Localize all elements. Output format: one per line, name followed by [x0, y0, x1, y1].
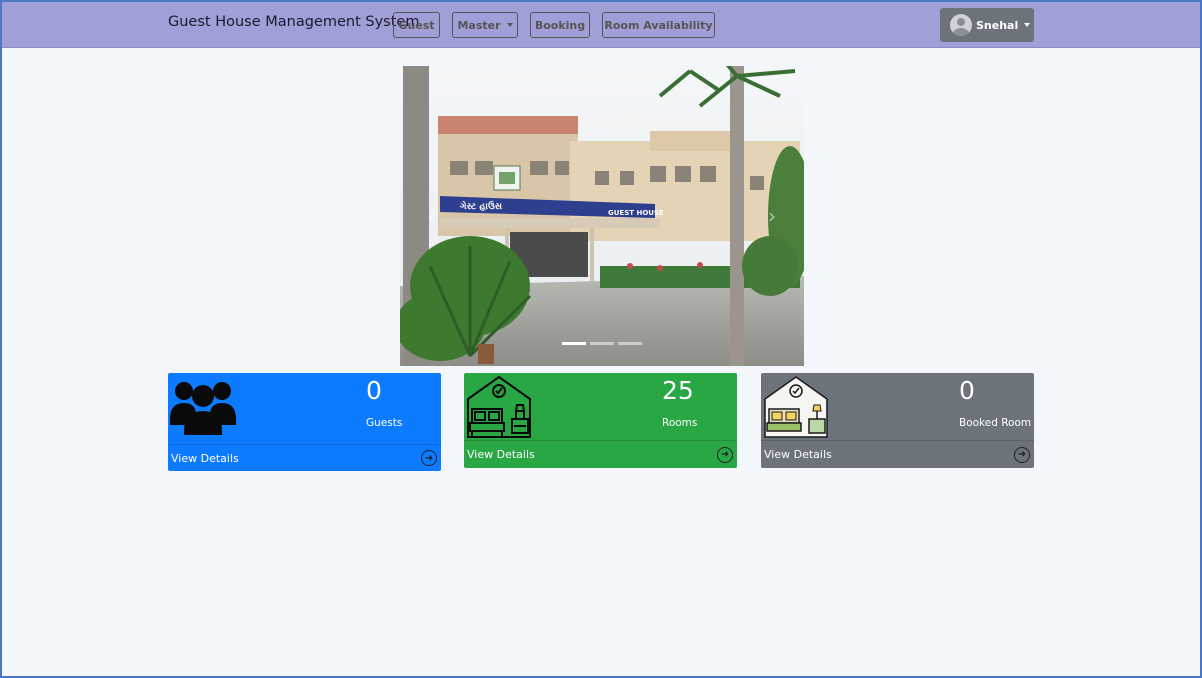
arrow-circle-right-icon: ➜: [1014, 446, 1030, 463]
rooms-view-details[interactable]: View Details ➜: [464, 440, 737, 468]
nav-guest-label: Guest: [398, 18, 435, 32]
nav-room-availability-label: Room Availability: [604, 18, 713, 32]
nav-master-dropdown[interactable]: Master: [452, 12, 518, 38]
carousel-indicator-2[interactable]: [590, 342, 614, 345]
carousel-next-icon[interactable]: ›: [762, 206, 782, 226]
top-navbar: Guest House Management System Guest Mast…: [0, 0, 1202, 48]
arrow-circle-right-icon: ➜: [717, 446, 733, 463]
guests-count: 0: [366, 376, 382, 405]
signboard-text: GUEST HOUSE: [608, 209, 664, 217]
nav-guest-button[interactable]: Guest: [393, 12, 440, 38]
chevron-down-icon: [506, 23, 513, 27]
booked-room-label: Booked Room: [959, 417, 1032, 429]
guest-house-carousel[interactable]: ગેસ્ટ હાઉસ GUEST HOUSE ‹ ›: [400, 66, 804, 366]
carousel-indicator-1[interactable]: [562, 342, 586, 345]
nav-booking-label: Booking: [534, 18, 586, 32]
avatar-icon: [950, 14, 972, 36]
guests-card: 0 Guests View Details ➜: [168, 373, 441, 471]
group-icon: [170, 382, 236, 435]
user-name: Snehal: [976, 18, 1019, 32]
booked-room-view-details-label: View Details: [764, 448, 832, 461]
nav-room-availability-button[interactable]: Room Availability: [602, 12, 715, 38]
guests-view-details-label: View Details: [171, 451, 239, 465]
carousel-indicator-3[interactable]: [618, 342, 642, 345]
guests-label: Guests: [366, 417, 403, 429]
arrow-circle-right-icon: ➜: [421, 450, 437, 466]
chevron-down-icon: [1024, 23, 1031, 27]
booked-room-card: 0 Booked Room View Details ➜: [761, 373, 1034, 468]
guests-view-details[interactable]: View Details ➜: [168, 444, 441, 471]
brand-title[interactable]: Guest House Management System: [168, 14, 419, 30]
nav-master-label: Master: [457, 18, 501, 32]
booked-room-view-details[interactable]: View Details ➜: [761, 440, 1034, 468]
carousel-prev-icon[interactable]: ‹: [422, 206, 442, 226]
booked-room-count: 0: [959, 376, 975, 405]
rooms-view-details-label: View Details: [467, 448, 535, 461]
user-menu-dropdown[interactable]: Snehal: [940, 8, 1034, 42]
carousel-indicators: [400, 342, 804, 345]
rooms-label: Rooms: [662, 417, 698, 429]
bedroom-icon: [467, 375, 531, 438]
rooms-count: 25: [662, 376, 694, 405]
nav-booking-button[interactable]: Booking: [530, 12, 590, 38]
rooms-card: 25 Rooms View Details ➜: [464, 373, 737, 468]
guest-house-photo: ગેસ્ટ હાઉસ GUEST HOUSE: [400, 66, 804, 366]
booked-room-icon: [764, 376, 828, 438]
